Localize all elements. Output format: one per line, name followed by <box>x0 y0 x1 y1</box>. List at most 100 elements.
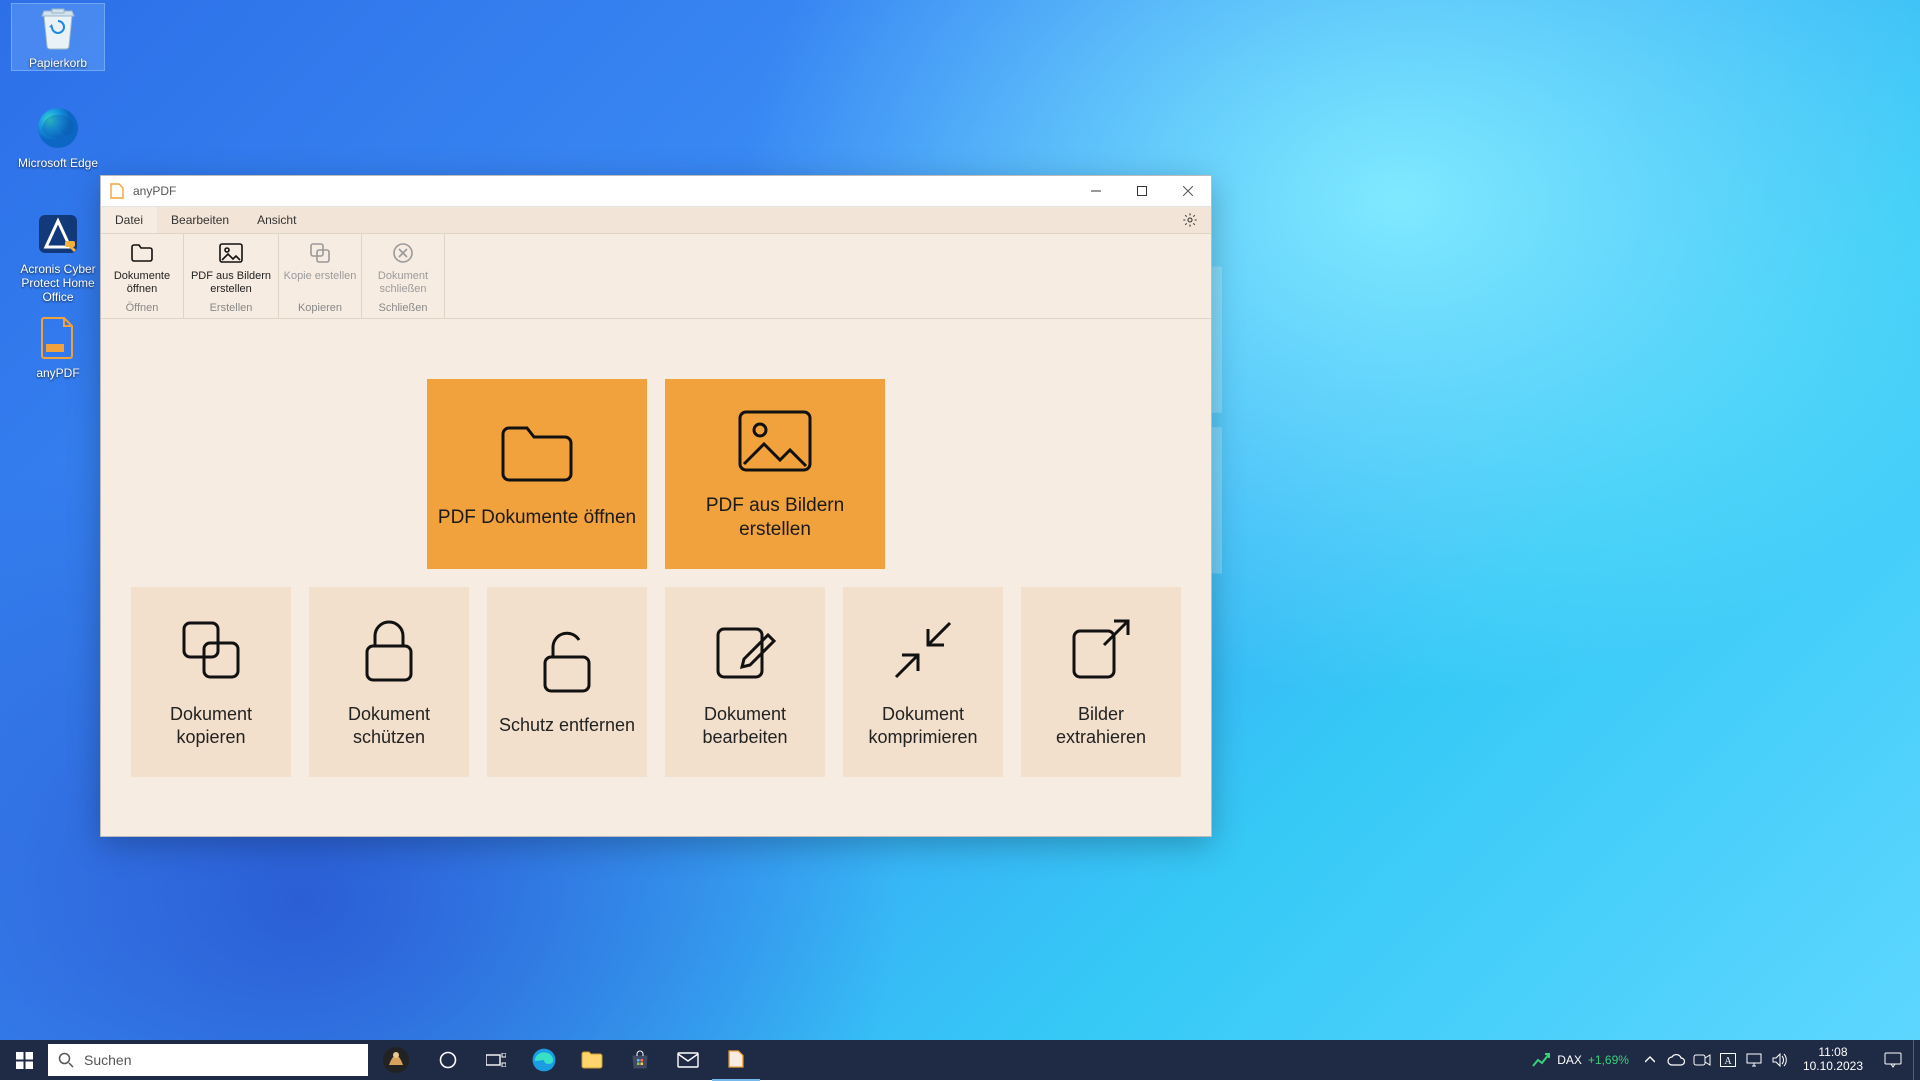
lock-icon <box>359 615 419 685</box>
copy-icon <box>309 240 331 266</box>
desktop-icon-label: Acronis Cyber Protect Home Office <box>12 262 104 304</box>
svg-text:A: A <box>1724 1056 1732 1067</box>
tile-compress-document[interactable]: Dokument komprimieren <box>843 587 1003 777</box>
show-desktop[interactable] <box>1913 1040 1920 1080</box>
recycle-bin-icon <box>34 4 82 52</box>
tray-network[interactable] <box>1741 1040 1767 1080</box>
taskbar-cortana[interactable] <box>424 1040 472 1080</box>
anypdf-file-icon <box>34 314 82 362</box>
maximize-button[interactable] <box>1119 176 1165 206</box>
menu-datei[interactable]: Datei <box>101 207 157 233</box>
taskbar-app-explorer[interactable] <box>568 1040 616 1080</box>
desktop-icon-anypdf[interactable]: anyPDF <box>12 314 104 380</box>
unlock-icon <box>537 626 597 696</box>
menu-ansicht[interactable]: Ansicht <box>243 207 310 233</box>
image-icon <box>736 406 814 476</box>
tray-input-indicator[interactable]: A <box>1715 1040 1741 1080</box>
anypdf-window: anyPDF Datei Bearbeiten Ansicht Dokument… <box>100 175 1212 837</box>
mail-icon <box>677 1052 699 1068</box>
taskbar-app-store[interactable] <box>616 1040 664 1080</box>
taskbar-search-highlight[interactable] <box>368 1040 424 1080</box>
store-icon <box>630 1050 650 1070</box>
ribbon-label: Dokument schließen <box>362 270 444 295</box>
search-highlight-icon <box>381 1045 411 1075</box>
ribbon-copy-document: Kopie erstellen <box>279 238 361 302</box>
titlebar[interactable]: anyPDF <box>101 176 1211 207</box>
desktop-icon-label: Papierkorb <box>12 56 104 70</box>
edge-icon <box>532 1048 556 1072</box>
edit-icon <box>710 615 780 685</box>
taskview-icon <box>486 1053 506 1067</box>
tile-edit-document[interactable]: Dokument bearbeiten <box>665 587 825 777</box>
tile-open-pdf[interactable]: PDF Dokumente öffnen <box>427 379 647 569</box>
gear-icon <box>1182 212 1198 228</box>
tray-onedrive[interactable] <box>1663 1040 1689 1080</box>
desktop-icon-acronis[interactable]: Acronis Cyber Protect Home Office <box>12 210 104 304</box>
desktop-icon-label: anyPDF <box>12 366 104 380</box>
ribbon-group-caption: Erstellen <box>210 302 253 316</box>
ribbon-label: Dokumente öffnen <box>101 270 183 295</box>
tile-remove-protection[interactable]: Schutz entfernen <box>487 587 647 777</box>
ribbon-label: PDF aus Bildern erstellen <box>184 270 278 295</box>
taskbar-search[interactable]: Suchen <box>48 1044 368 1076</box>
close-circle-icon <box>392 240 414 266</box>
image-icon <box>219 240 243 266</box>
ribbon-create-from-images[interactable]: PDF aus Bildern erstellen <box>184 238 278 302</box>
window-title: anyPDF <box>133 184 176 198</box>
extract-icon <box>1066 615 1136 685</box>
taskbar-app-edge[interactable] <box>520 1040 568 1080</box>
start-button[interactable] <box>0 1040 48 1080</box>
desktop-icon-recycle-bin[interactable]: Papierkorb <box>12 4 104 70</box>
search-icon <box>58 1052 74 1068</box>
ribbon-group-caption: Öffnen <box>126 302 159 316</box>
menu-bearbeiten[interactable]: Bearbeiten <box>157 207 243 233</box>
ribbon-open-document[interactable]: Dokumente öffnen <box>101 238 183 302</box>
notification-icon <box>1884 1052 1902 1068</box>
desktop-icon-edge[interactable]: Microsoft Edge <box>12 104 104 170</box>
stock-name: DAX <box>1557 1053 1582 1067</box>
search-placeholder: Suchen <box>84 1052 131 1068</box>
circle-icon <box>439 1051 457 1069</box>
tray-meetnow[interactable] <box>1689 1040 1715 1080</box>
taskbar-taskview[interactable] <box>472 1040 520 1080</box>
taskbar-clock[interactable]: 11:08 10.10.2023 <box>1793 1046 1873 1074</box>
ribbon: Dokumente öffnen Öffnen PDF aus Bildern … <box>101 234 1211 319</box>
network-icon <box>1746 1053 1762 1067</box>
system-tray: A <box>1637 1040 1793 1080</box>
folder-icon <box>497 418 577 488</box>
tile-pdf-from-images[interactable]: PDF aus Bildern erstellen <box>665 379 885 569</box>
tile-label: Schutz entfernen <box>489 714 645 737</box>
tile-label: Dokument schützen <box>309 703 469 748</box>
app-icon <box>105 183 129 199</box>
taskbar-app-mail[interactable] <box>664 1040 712 1080</box>
tile-protect-document[interactable]: Dokument schützen <box>309 587 469 777</box>
menu-bar: Datei Bearbeiten Ansicht <box>101 207 1211 234</box>
keyboard-a-icon: A <box>1720 1053 1736 1067</box>
tile-label: PDF aus Bildern erstellen <box>665 494 885 542</box>
folder-icon <box>130 240 154 266</box>
taskbar-app-anypdf[interactable] <box>712 1039 760 1081</box>
minimize-button[interactable] <box>1073 176 1119 206</box>
windows-icon <box>16 1052 33 1069</box>
close-button[interactable] <box>1165 176 1211 206</box>
tile-copy-document[interactable]: Dokument kopieren <box>131 587 291 777</box>
taskbar-stock-widget[interactable]: DAX +1,69% <box>1523 1052 1637 1068</box>
start-area: PDF Dokumente öffnen PDF aus Bildern ers… <box>101 319 1211 836</box>
settings-button[interactable] <box>1175 207 1205 233</box>
cloud-icon <box>1667 1054 1685 1066</box>
clock-time: 11:08 <box>1803 1046 1863 1060</box>
chevron-up-icon <box>1645 1055 1655 1065</box>
taskbar: Suchen DAX +1,69% A 11:08 10.10.2023 <box>0 1040 1920 1080</box>
tile-extract-images[interactable]: Bilder extrahieren <box>1021 587 1181 777</box>
action-center[interactable] <box>1873 1040 1913 1080</box>
tray-overflow[interactable] <box>1637 1040 1663 1080</box>
anypdf-file-icon <box>728 1049 744 1069</box>
folder-icon <box>581 1051 603 1069</box>
edge-icon <box>34 104 82 152</box>
stock-up-icon <box>1531 1052 1551 1068</box>
copy-icon <box>176 615 246 685</box>
ribbon-label: Kopie erstellen <box>284 270 357 283</box>
volume-icon <box>1772 1053 1788 1067</box>
tray-volume[interactable] <box>1767 1040 1793 1080</box>
desktop-icon-label: Microsoft Edge <box>12 156 104 170</box>
